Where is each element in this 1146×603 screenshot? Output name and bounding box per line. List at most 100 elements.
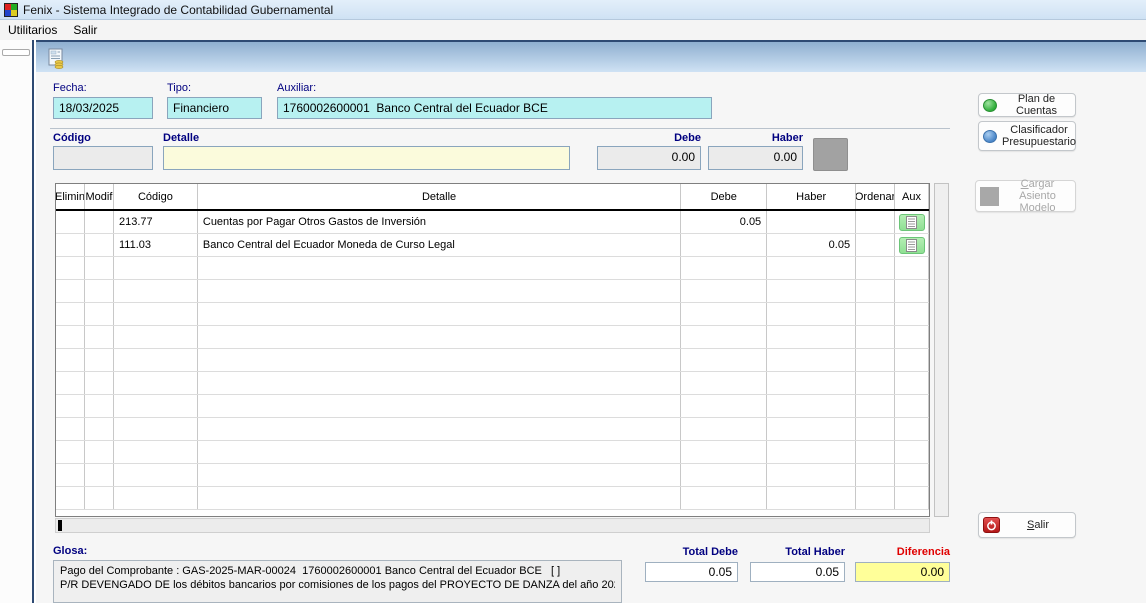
sidebar-splitter-handle[interactable]: [2, 49, 30, 56]
total-debe-value: 0.05: [645, 562, 738, 582]
cell-haber: [767, 395, 856, 417]
glosa-textarea[interactable]: Pago del Comprobante : GAS-2025-MAR-0002…: [53, 560, 622, 603]
cargar-asiento-modelo-button[interactable]: Cargar Asiento Modelo: [975, 180, 1076, 212]
cell-modif: [85, 372, 114, 394]
cargar-asiento-label: Cargar Asiento Modelo: [1004, 178, 1071, 214]
aux-detail-button[interactable]: [899, 214, 925, 231]
empty-row[interactable]: [56, 418, 929, 441]
fecha-input[interactable]: 18/03/2025: [53, 97, 153, 119]
titlebar: Fenix - Sistema Integrado de Contabilida…: [0, 0, 1146, 20]
cell-debe: [681, 418, 767, 440]
cell-modif: [85, 487, 114, 509]
gray-action-button[interactable]: [813, 138, 848, 171]
entries-table: EliminModifCódigoDetalleDebeHaberOrdenar…: [55, 183, 930, 517]
menu-salir[interactable]: Salir: [65, 21, 105, 39]
tipo-label: Tipo:: [167, 82, 191, 94]
cell-debe: [681, 280, 767, 302]
cell-ordenar: [856, 211, 895, 233]
codigo-label: Código: [53, 132, 91, 144]
journal-entry-icon[interactable]: [46, 48, 68, 70]
column-header-ordenar: Ordenar: [856, 184, 895, 209]
cell-aux: [895, 303, 929, 325]
column-header-aux: Aux: [895, 184, 929, 209]
cell-elimin: [56, 280, 85, 302]
cell-ordenar: [856, 349, 895, 371]
cell-aux: [895, 280, 929, 302]
cell-elimin: [56, 349, 85, 371]
cell-codigo: [114, 441, 198, 463]
cell-modif: [85, 257, 114, 279]
cell-codigo: [114, 487, 198, 509]
cell-aux: [895, 487, 929, 509]
cell-detalle: [198, 464, 681, 486]
cell-haber: [767, 441, 856, 463]
cell-elimin: [56, 441, 85, 463]
empty-row[interactable]: [56, 326, 929, 349]
cell-debe: [681, 395, 767, 417]
empty-row[interactable]: [56, 441, 929, 464]
empty-row[interactable]: [56, 257, 929, 280]
auxiliar-input[interactable]: 1760002600001 Banco Central del Ecuador …: [277, 97, 712, 119]
total-haber-label: Total Haber: [750, 546, 845, 558]
column-header-elimin: Elimin: [56, 184, 85, 209]
cell-aux: [895, 349, 929, 371]
power-icon: [983, 517, 1000, 533]
cell-codigo: [114, 257, 198, 279]
glosa-line1: Pago del Comprobante : GAS-2025-MAR-0002…: [60, 564, 615, 578]
salir-button[interactable]: Salir: [978, 512, 1076, 538]
cell-debe: [681, 464, 767, 486]
cell-haber: [767, 487, 856, 509]
cell-haber: [767, 349, 856, 371]
cell-haber: [767, 464, 856, 486]
cell-detalle: [198, 441, 681, 463]
cell-detalle: [198, 257, 681, 279]
empty-row[interactable]: [56, 395, 929, 418]
empty-row[interactable]: [56, 372, 929, 395]
menubar: Utilitarios Salir: [0, 20, 1146, 40]
cell-detalle: [198, 418, 681, 440]
entry-row[interactable]: 213.77Cuentas por Pagar Otros Gastos de …: [56, 211, 929, 234]
cell-aux: [895, 372, 929, 394]
empty-row[interactable]: [56, 487, 929, 510]
cell-modif: [85, 349, 114, 371]
cell-elimin: [56, 395, 85, 417]
cell-codigo: [114, 395, 198, 417]
aux-detail-button[interactable]: [899, 237, 925, 254]
cell-modif: [85, 464, 114, 486]
plan-de-cuentas-button[interactable]: Plan de Cuentas: [978, 93, 1076, 117]
main-panel: Fecha: 18/03/2025 Tipo: Financiero Auxil…: [36, 40, 1146, 603]
cell-elimin: [56, 303, 85, 325]
cell-codigo: [114, 418, 198, 440]
cell-elimin: [56, 234, 85, 256]
haber-label: Haber: [708, 132, 803, 144]
column-header-codigo: Código: [114, 184, 198, 209]
detalle-input[interactable]: [163, 146, 570, 170]
cell-ordenar: [856, 441, 895, 463]
green-sphere-icon: [983, 99, 997, 112]
tipo-input[interactable]: Financiero: [167, 97, 262, 119]
menu-utilitarios[interactable]: Utilitarios: [0, 21, 65, 39]
clasificador-presupuestario-button[interactable]: Clasificador Presupuestario: [978, 121, 1076, 151]
vertical-scrollbar[interactable]: [934, 183, 949, 517]
entry-row[interactable]: 111.03Banco Central del Ecuador Moneda d…: [56, 234, 929, 257]
app-icon: [4, 3, 18, 17]
cell-ordenar: [856, 372, 895, 394]
empty-row[interactable]: [56, 349, 929, 372]
empty-row[interactable]: [56, 280, 929, 303]
cell-ordenar: [856, 418, 895, 440]
cell-debe: [681, 372, 767, 394]
toolbar-band: [36, 40, 1146, 72]
empty-row[interactable]: [56, 464, 929, 487]
cell-codigo: [114, 280, 198, 302]
cell-modif: [85, 418, 114, 440]
cell-haber: [767, 303, 856, 325]
column-header-modif: Modif: [85, 184, 114, 209]
horizontal-scrollbar[interactable]: [55, 518, 930, 533]
empty-row[interactable]: [56, 303, 929, 326]
codigo-input[interactable]: [53, 146, 153, 170]
cell-elimin: [56, 418, 85, 440]
cell-detalle: [198, 303, 681, 325]
debe-label: Debe: [597, 132, 701, 144]
cell-codigo: [114, 349, 198, 371]
cell-aux: [895, 211, 929, 233]
